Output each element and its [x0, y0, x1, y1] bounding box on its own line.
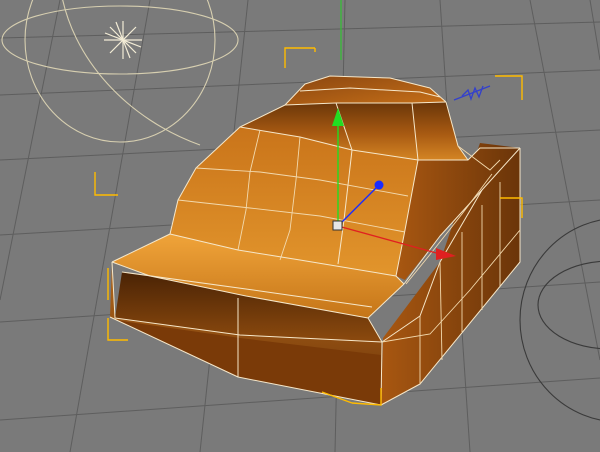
gizmo-center-handle-icon[interactable]: [332, 220, 343, 231]
camera-icon[interactable]: [519, 218, 600, 422]
deformer-spring-icon[interactable]: [453, 85, 491, 101]
3d-viewport[interactable]: [0, 0, 600, 452]
gizmo-z-handle-icon[interactable]: [374, 180, 384, 190]
light-source-icon[interactable]: [1, 0, 239, 146]
viewport-canvas[interactable]: [0, 0, 600, 452]
